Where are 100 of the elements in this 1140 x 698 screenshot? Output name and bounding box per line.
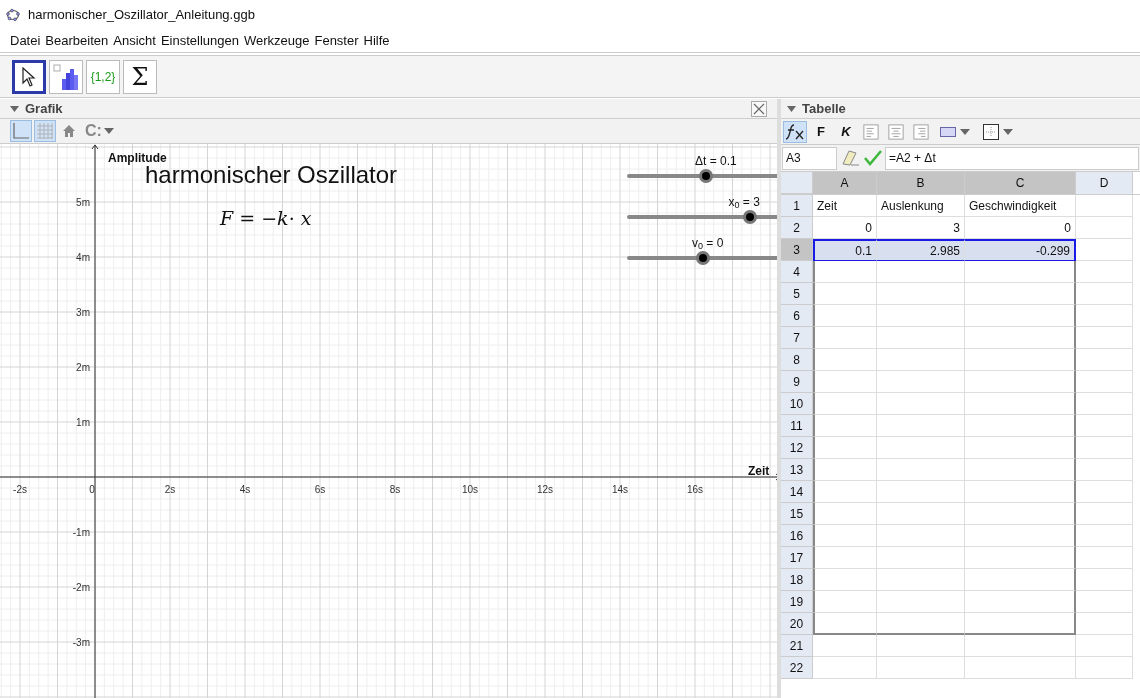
column-header[interactable]: A (813, 172, 877, 194)
table-cell (1076, 239, 1133, 261)
tool-button[interactable]: {1,2} (86, 59, 120, 94)
x-tick-label: 8s (389, 484, 401, 495)
row-header[interactable]: 8 (781, 349, 813, 371)
table-cell: -0.299 (965, 239, 1076, 261)
row-header[interactable]: 6 (781, 305, 813, 327)
border-icon (983, 123, 999, 140)
menu-item[interactable]: Bearbeiten (45, 31, 109, 51)
table-cell (1076, 503, 1133, 525)
tool-button[interactable]: Σ (123, 59, 157, 94)
menu-item[interactable]: Einstellungen (160, 31, 239, 51)
table-cell (813, 613, 877, 635)
slider-thumb[interactable] (743, 210, 758, 224)
caret-icon (960, 128, 970, 135)
slider-thumb[interactable] (696, 251, 710, 265)
slider-label: Δt = 0.1 (695, 153, 737, 170)
row-header[interactable]: 19 (781, 591, 813, 613)
align-center-icon (888, 122, 904, 141)
grid-toggle[interactable] (34, 120, 56, 142)
row-header[interactable]: 2 (781, 217, 813, 239)
table-cell (1076, 547, 1133, 569)
table-cell (813, 525, 877, 547)
row-header[interactable]: 22 (781, 657, 813, 679)
row-header[interactable]: 9 (781, 371, 813, 393)
app-icon (6, 8, 20, 22)
formula-input-field[interactable]: =A2 + Δt (885, 146, 1139, 170)
bold-button[interactable]: F (810, 120, 832, 143)
row-header[interactable]: 15 (781, 503, 813, 525)
row-header[interactable]: 5 (781, 283, 813, 305)
close-button[interactable] (751, 100, 767, 117)
grid-icon (36, 122, 54, 140)
y-tick-label: 2m (76, 362, 90, 373)
row-header[interactable]: 17 (781, 547, 813, 569)
column-header[interactable]: D (1076, 172, 1133, 194)
tool-button[interactable] (12, 59, 46, 94)
list-icon: {1,2} (90, 67, 116, 86)
table-cell (1076, 327, 1133, 349)
row-header[interactable]: 20 (781, 613, 813, 635)
axis-label: Zeit (748, 463, 770, 480)
eraser-icon[interactable] (839, 149, 861, 167)
table-cell (1076, 305, 1133, 327)
tool-button[interactable] (49, 59, 83, 94)
slider[interactable] (627, 169, 777, 183)
row-header[interactable]: 7 (781, 327, 813, 349)
table-cell: 0.1 (813, 239, 877, 261)
table-cell: 2.985 (877, 239, 965, 261)
slider[interactable] (627, 210, 777, 224)
window-title: harmonischer_Oszillator_Anleitung.ggb (28, 6, 255, 25)
slider[interactable] (627, 251, 777, 265)
row-header[interactable]: 11 (781, 415, 813, 437)
table-cell (1076, 613, 1133, 635)
menu-item[interactable]: Hilfe (363, 31, 390, 51)
menu-item[interactable]: Fenster (314, 31, 359, 51)
y-tick-label: 3m (76, 307, 90, 318)
x-tick-label: 10s (461, 484, 479, 495)
table-cell (1076, 657, 1133, 679)
formula-text: F = −k· x (220, 206, 312, 231)
table-cell (1076, 261, 1133, 283)
row-header[interactable]: 13 (781, 459, 813, 481)
axes-toggle[interactable] (10, 120, 32, 142)
italic-button[interactable]: K (835, 120, 857, 143)
row-header[interactable]: 4 (781, 261, 813, 283)
formula-button[interactable] (783, 120, 807, 143)
row-header[interactable]: 1 (781, 195, 813, 217)
cell-reference-field[interactable]: A3 (782, 146, 837, 170)
table-cell (1076, 591, 1133, 613)
table-cell (813, 283, 877, 305)
row-header[interactable]: 16 (781, 525, 813, 547)
slider-label: x$_{0}$ = 3 (728, 194, 760, 211)
y-tick-label: -1m (72, 527, 90, 538)
menu-item[interactable]: Werkzeuge (243, 31, 310, 51)
row-header[interactable]: 12 (781, 437, 813, 459)
column-header[interactable]: B (877, 172, 965, 194)
table-cell (813, 349, 877, 371)
table-cell (813, 459, 877, 481)
column-header[interactable]: C (965, 172, 1076, 194)
row-header[interactable]: 14 (781, 481, 813, 503)
x-tick-label: 4s (239, 484, 251, 495)
table-cell (813, 635, 877, 657)
table-cell (813, 305, 877, 327)
row-header[interactable]: 10 (781, 393, 813, 415)
table-cell (1076, 393, 1133, 415)
axes-icon (12, 122, 30, 140)
menu-item[interactable]: Datei (10, 31, 41, 51)
row-header[interactable]: 21 (781, 635, 813, 657)
table-cell (1076, 569, 1133, 591)
bar-chart-icon (52, 62, 80, 91)
row-header[interactable]: 18 (781, 569, 813, 591)
table-cell (1076, 415, 1133, 437)
x-tick-label: 0 (89, 484, 95, 495)
panel-title: Tabelle (802, 99, 846, 118)
table-cell: Zeit (813, 195, 877, 217)
menu-item[interactable]: Ansicht (113, 31, 156, 51)
row-header[interactable]: 3 (781, 239, 813, 261)
table-cell (1076, 525, 1133, 547)
x-tick-label: 2s (164, 484, 176, 495)
y-tick-label: 1m (76, 417, 90, 428)
slider-thumb[interactable] (699, 169, 714, 183)
checkmark-icon[interactable] (863, 149, 883, 167)
